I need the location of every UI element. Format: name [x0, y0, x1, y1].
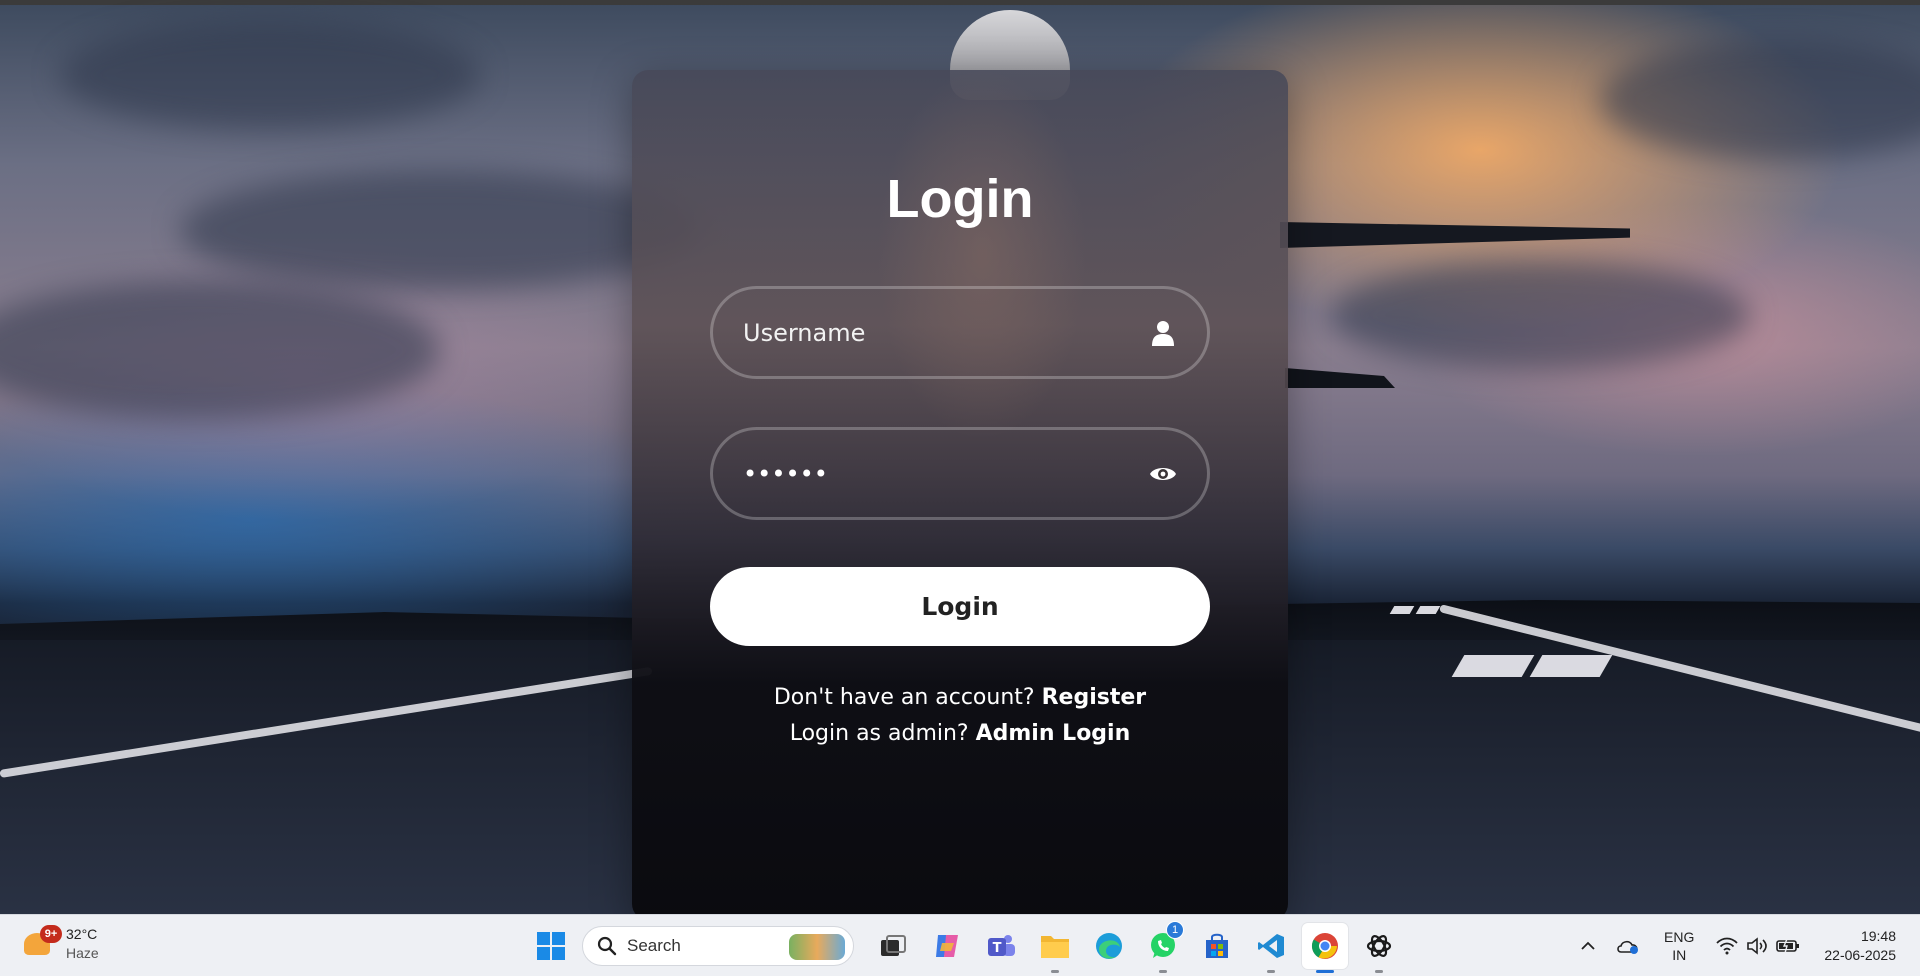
- weather-condition: Haze: [66, 945, 99, 961]
- chatgpt-icon[interactable]: [1356, 923, 1402, 973]
- login-card: Login Login Don't have an account? Regis…: [632, 70, 1288, 920]
- password-field: [710, 427, 1210, 520]
- runway-marking: [1529, 655, 1613, 677]
- weather-text: 32°C Haze: [66, 925, 99, 963]
- weather-temp: 32°C: [66, 926, 98, 942]
- user-icon: [1147, 317, 1179, 349]
- cloud: [1600, 40, 1920, 160]
- airplane-tail: [1285, 368, 1395, 388]
- running-indicator: [1051, 970, 1059, 973]
- search-highlight-image: [789, 934, 845, 960]
- system-clock[interactable]: 19:48 22-06-2025: [1824, 927, 1896, 965]
- wifi-icon[interactable]: [1716, 937, 1739, 955]
- admin-line: Login as admin? Admin Login: [632, 716, 1288, 752]
- running-indicator: [1375, 970, 1383, 973]
- store-icon[interactable]: [1194, 923, 1240, 969]
- svg-text:T: T: [993, 941, 1002, 956]
- active-indicator: [1316, 970, 1334, 973]
- taskbar-search[interactable]: Search: [582, 926, 854, 966]
- language-code: ENG: [1664, 929, 1695, 945]
- eye-icon[interactable]: [1147, 458, 1179, 490]
- notification-badge: 9+: [40, 925, 62, 943]
- register-prompt: Don't have an account?: [773, 685, 1035, 710]
- cloud: [0, 280, 440, 420]
- login-button[interactable]: Login: [710, 567, 1210, 646]
- cloud: [180, 170, 700, 290]
- running-indicator: [1267, 970, 1275, 973]
- auth-links: Don't have an account? Register Login as…: [632, 680, 1288, 752]
- vscode-icon[interactable]: [1248, 923, 1294, 973]
- teams-icon[interactable]: T: [978, 923, 1024, 969]
- taskbar-apps: Search T 1: [524, 921, 1406, 973]
- admin-prompt: Login as admin?: [789, 721, 969, 746]
- battery-icon[interactable]: [1776, 938, 1800, 954]
- admin-login-link[interactable]: Admin Login: [976, 721, 1131, 746]
- weather-widget[interactable]: 9+ 32°C Haze: [22, 925, 99, 963]
- username-field: [710, 286, 1210, 379]
- taskbar: 9+ 32°C Haze Search T 1 ENG IN 19:48 22-…: [0, 914, 1920, 976]
- windows-start-icon[interactable]: [528, 923, 574, 969]
- whatsapp-icon[interactable]: 1: [1140, 921, 1186, 973]
- register-link[interactable]: Register: [1042, 685, 1147, 710]
- clock-time: 19:48: [1860, 928, 1896, 944]
- cloud: [60, 20, 480, 130]
- username-input[interactable]: [743, 289, 1143, 376]
- runway-marking: [1451, 655, 1535, 677]
- register-line: Don't have an account? Register: [632, 680, 1288, 716]
- clock-date: 22-06-2025: [1824, 947, 1896, 963]
- system-tray: ENG IN 19:48 22-06-2025: [1570, 915, 1920, 976]
- copilot-icon[interactable]: [924, 923, 970, 969]
- edge-icon[interactable]: [1086, 923, 1132, 969]
- onedrive-icon[interactable]: [1616, 937, 1640, 955]
- cloud: [1330, 260, 1750, 370]
- window-top-strip: [0, 0, 1920, 5]
- file-explorer-icon[interactable]: [1032, 923, 1078, 973]
- page-title: Login: [886, 169, 1034, 229]
- volume-icon[interactable]: [1746, 937, 1768, 955]
- chevron-up-icon[interactable]: [1580, 941, 1596, 951]
- weather-icon: 9+: [22, 925, 62, 959]
- whatsapp-badge: 1: [1166, 921, 1184, 939]
- airplane-wing: [1280, 222, 1630, 248]
- chrome-icon[interactable]: [1302, 923, 1348, 973]
- password-input[interactable]: [743, 430, 1143, 517]
- search-label: Search: [627, 936, 681, 955]
- search-icon: [597, 936, 617, 956]
- task-view-icon[interactable]: [870, 923, 916, 969]
- language-region: IN: [1672, 947, 1687, 963]
- running-indicator: [1159, 970, 1167, 973]
- language-indicator[interactable]: ENG IN: [1664, 928, 1694, 964]
